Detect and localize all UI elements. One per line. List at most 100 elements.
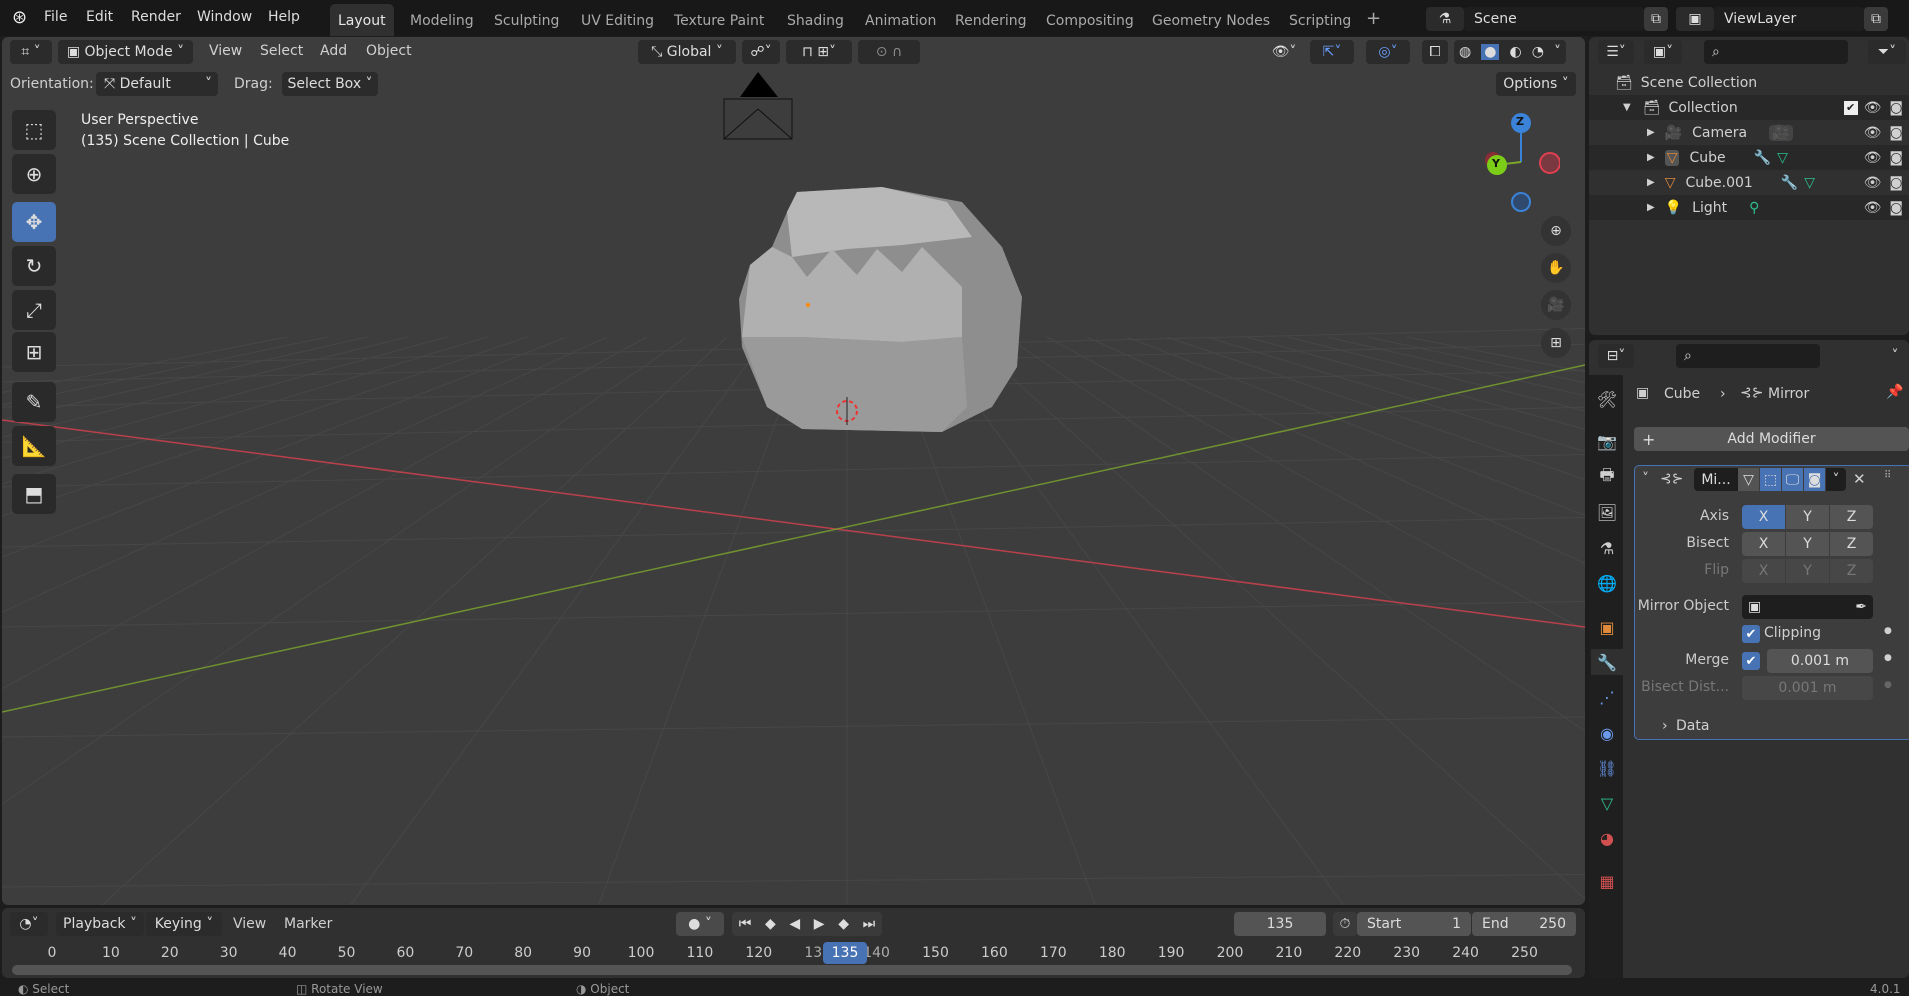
auto-keying-toggle-icon[interactable]: ● ˅ <box>676 912 724 936</box>
modifier-extras-dropdown-icon[interactable]: ˅ <box>1826 468 1846 491</box>
add-modifier-button[interactable]: + Add Modifier <box>1634 427 1909 451</box>
eyedropper-icon[interactable]: ✒ <box>1855 599 1867 615</box>
tab-uv-editing[interactable]: UV Editing <box>573 4 662 36</box>
mirror-object-field[interactable]: ▣ ✒ <box>1742 595 1873 619</box>
outliner-collection[interactable]: ▼ 🗃 Collection ✔ 👁 ◙ <box>1589 95 1909 120</box>
tab-compositing[interactable]: Compositing <box>1038 4 1142 36</box>
menu-window[interactable]: Window <box>197 9 252 25</box>
ortho-toggle-icon[interactable]: ⊞ <box>1541 328 1571 358</box>
timeline-menu-marker[interactable]: Marker <box>284 916 332 932</box>
modifier-wrench-icon[interactable]: 🔧 <box>1781 175 1798 191</box>
menu-edit[interactable]: Edit <box>86 9 113 25</box>
viewport-display-toggle-icon[interactable]: 🖵 <box>1782 468 1803 491</box>
clipping-checkbox[interactable]: ✔ <box>1742 625 1760 643</box>
constraints-tab-icon[interactable]: ⛓ <box>1594 755 1620 781</box>
tab-layout[interactable]: Layout <box>330 4 394 36</box>
orientation-dropdown[interactable]: ⤧ Default ˅ <box>96 72 218 96</box>
add-cube-tool-icon[interactable]: ⬒ <box>12 474 56 514</box>
menu-view[interactable]: View <box>209 43 242 59</box>
mesh-data-icon[interactable]: ▽ <box>1804 175 1815 191</box>
light-data-icon[interactable]: ⚲ <box>1749 200 1759 216</box>
camera-data-icon[interactable]: 🎥 <box>1769 124 1793 141</box>
exclude-checkbox[interactable]: ✔ <box>1843 100 1858 115</box>
bisect-y-toggle[interactable]: Y <box>1786 532 1829 556</box>
keyframe-dot-icon[interactable]: ● <box>1884 653 1892 663</box>
expand-triangle-icon[interactable]: ▶ <box>1647 177 1655 188</box>
next-keyframe-icon[interactable]: ◆ <box>838 916 849 932</box>
pivot-point-icon[interactable]: ☍˅ <box>742 40 780 64</box>
texture-tab-icon[interactable]: ▦ <box>1594 868 1620 894</box>
blender-logo-icon[interactable]: ⊛ <box>12 7 27 28</box>
display-mode-icon[interactable]: ▣˅ <box>1644 40 1682 64</box>
prev-keyframe-icon[interactable]: ◆ <box>765 916 776 932</box>
new-view-layer-icon[interactable]: ⧉ <box>1864 7 1888 31</box>
bisect-z-toggle[interactable]: Z <box>1830 532 1873 556</box>
stopwatch-icon[interactable]: ⏱ <box>1333 912 1357 936</box>
rotate-tool-icon[interactable]: ↻ <box>12 246 56 286</box>
scene-selector-icon[interactable]: ⚗ <box>1426 7 1464 31</box>
shading-options-icon[interactable]: ˅ <box>1554 44 1561 60</box>
properties-search-input[interactable]: ⌕ <box>1676 344 1820 368</box>
view-layer-field[interactable]: ViewLayer <box>1714 7 1864 31</box>
current-frame-field[interactable]: 135 <box>1234 912 1326 936</box>
material-tab-icon[interactable]: ◕ <box>1594 825 1620 851</box>
menu-help[interactable]: Help <box>268 9 300 25</box>
end-frame-field[interactable]: End 250 <box>1472 912 1576 936</box>
start-frame-field[interactable]: Start 1 <box>1357 912 1471 936</box>
output-tab-icon[interactable]: 🖶 <box>1594 464 1620 490</box>
render-camera-icon[interactable]: ◙ <box>1889 125 1903 141</box>
outliner-search-input[interactable]: ⌕ <box>1704 40 1848 64</box>
modifier-wrench-icon[interactable]: 🔧 <box>1754 150 1771 166</box>
drag-dropdown[interactable]: Select Box ˅ <box>282 72 378 96</box>
scene-field[interactable]: Scene <box>1464 7 1644 31</box>
overlays-toggle-icon[interactable]: ◎˅ <box>1366 40 1410 64</box>
outliner-item-cube-001[interactable]: ▶ ▽ Cube.001 🔧 ▽ 👁 ◙ <box>1589 170 1909 195</box>
render-toggle-icon[interactable]: ◙ <box>1804 468 1825 491</box>
tool-tab-icon[interactable]: 🛠 <box>1594 386 1620 412</box>
data-tab-icon[interactable]: ▽ <box>1594 790 1620 816</box>
play-icon[interactable]: ▶ <box>814 916 825 932</box>
collapse-triangle-icon[interactable]: ▼ <box>1623 102 1631 113</box>
data-subpanel-chevron-icon[interactable]: › <box>1662 718 1668 734</box>
keying-dropdown[interactable]: Keying ˅ <box>146 912 222 936</box>
zoom-view-icon[interactable]: ⊕ <box>1541 216 1571 246</box>
add-workspace-icon[interactable]: + <box>1366 8 1381 29</box>
menu-add[interactable]: Add <box>320 43 347 59</box>
drag-handle-icon[interactable]: ⠿ <box>1884 470 1891 481</box>
editor-type-icon[interactable]: ⌗ ˅ <box>10 40 52 64</box>
transform-orientation-dropdown[interactable]: ⤡ Global ˅ <box>638 40 736 64</box>
timeline-scrollbar[interactable] <box>12 965 1572 975</box>
tab-shading[interactable]: Shading <box>779 4 852 36</box>
visibility-eye-icon[interactable]: 👁 <box>1864 100 1882 116</box>
outliner-editor-type-icon[interactable]: ☰˅ <box>1598 40 1634 64</box>
rendered-shading-icon[interactable]: ◔ <box>1532 44 1544 60</box>
options-dropdown[interactable]: Options ˅ <box>1496 72 1576 96</box>
expand-triangle-icon[interactable]: ▶ <box>1647 152 1655 163</box>
mode-dropdown[interactable]: ▣ Object Mode ˅ <box>58 40 193 64</box>
properties-editor-type-icon[interactable]: ⊟˅ <box>1598 344 1634 368</box>
scale-tool-icon[interactable]: ⤢ <box>12 290 56 330</box>
merge-checkbox[interactable]: ✔ <box>1742 652 1760 670</box>
remove-modifier-icon[interactable]: ✕ <box>1853 470 1866 488</box>
menu-select[interactable]: Select <box>260 43 303 59</box>
camera-view-icon[interactable]: 🎥 <box>1541 290 1571 320</box>
outliner-item-cube[interactable]: ▶ ▽ Cube 🔧 ▽ 👁 ◙ <box>1589 145 1909 170</box>
tab-texture-paint[interactable]: Texture Paint <box>666 4 772 36</box>
bisect-x-toggle[interactable]: X <box>1742 532 1785 556</box>
outliner-scene-collection[interactable]: 🗃 Scene Collection <box>1589 70 1909 95</box>
jump-start-icon[interactable]: ⏮ <box>739 916 752 932</box>
panel-collapse-chevron-icon[interactable]: ˅ <box>1642 471 1649 487</box>
tab-geometry-nodes[interactable]: Geometry Nodes <box>1144 4 1278 36</box>
playhead-frame-indicator[interactable]: 135 <box>823 942 867 964</box>
object-tab-icon[interactable]: ▣ <box>1594 614 1620 640</box>
xray-toggle-icon[interactable]: ⧠ <box>1422 40 1448 64</box>
render-camera-icon[interactable]: ◙ <box>1889 200 1903 216</box>
render-camera-icon[interactable]: ◙ <box>1889 100 1903 116</box>
physics-tab-icon[interactable]: ◉ <box>1594 720 1620 746</box>
render-camera-icon[interactable]: ◙ <box>1889 150 1903 166</box>
timeline-editor-type-icon[interactable]: ◔˅ <box>10 912 48 936</box>
tab-animation[interactable]: Animation <box>857 4 944 36</box>
axis-z-toggle[interactable]: Z <box>1830 505 1873 529</box>
keyframe-dot-icon[interactable]: ● <box>1884 626 1892 636</box>
timeline-menu-view[interactable]: View <box>233 916 266 932</box>
